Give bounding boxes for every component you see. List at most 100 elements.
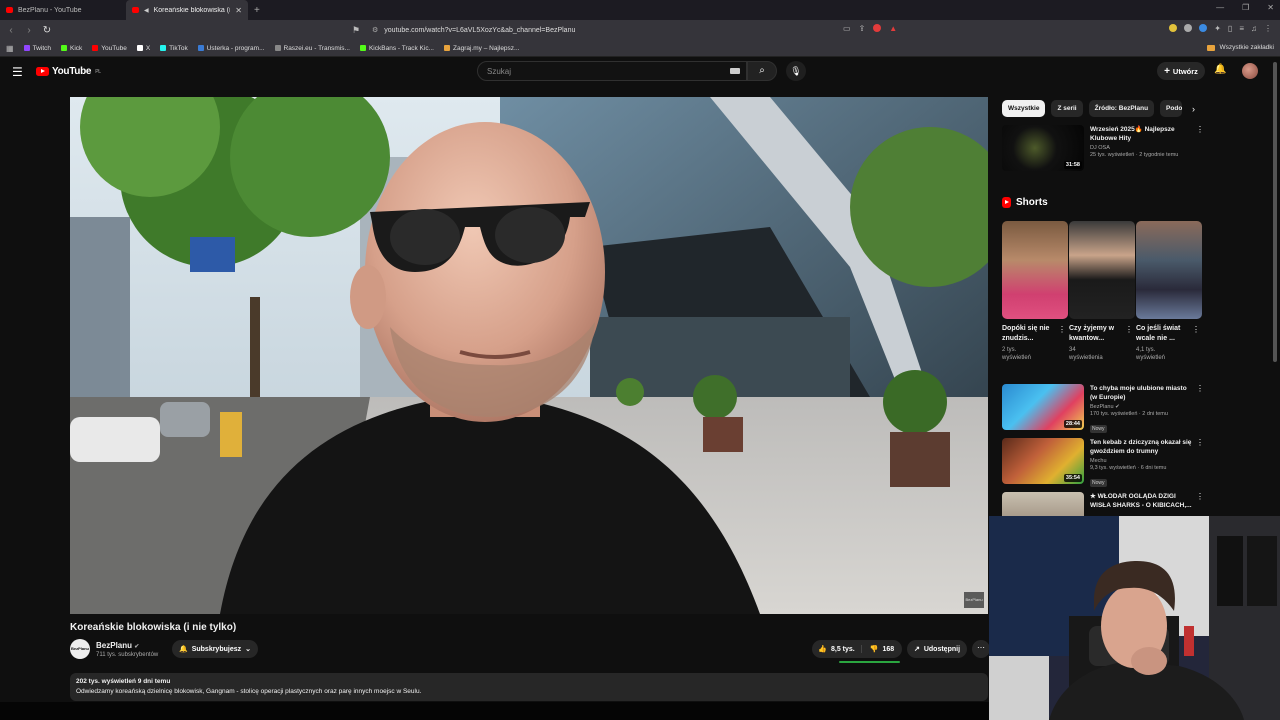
channel-name[interactable]: Mechu [1090,458,1194,464]
more-icon[interactable]: ⋮ [1125,325,1133,334]
dislike-button[interactable]: 👎 168 [862,645,902,654]
forward-icon[interactable]: › [22,25,36,36]
more-icon[interactable]: ⋮ [1196,125,1204,171]
short-thumbnail[interactable] [1069,221,1135,319]
shield-icon[interactable] [873,24,882,32]
bookmark-kick[interactable]: Kick [60,45,82,52]
video-frame [70,97,988,614]
chevron-down-icon: ⌄ [245,646,251,653]
bookmark-youtube[interactable]: YouTube [92,45,127,52]
sidebar-toggle-icon[interactable]: ▯ [1228,24,1232,33]
video-thumbnail[interactable]: 28:44 [1002,384,1084,430]
address-bar[interactable]: ⚑ ⚙ youtube.com/watch?v=L6aVL5XozYc&ab_c… [352,22,912,38]
like-button[interactable]: 👍 8,5 tys. [812,645,862,653]
site-info-icon[interactable]: ⚙ [372,26,378,34]
short-item[interactable]: Co jeśli świat wcale nie ... 4,1 tys. wy… [1136,221,1202,362]
minimize-icon[interactable]: — [1216,3,1224,12]
video-thumbnail[interactable]: 31:58 [1002,125,1084,171]
extension-icon[interactable] [1199,24,1208,32]
apps-grid-icon[interactable]: ▦ [6,44,14,53]
video-title[interactable]: ★ WŁODAR OGLĄDA DZIGI WISŁA SHARKS - O K… [1090,492,1194,510]
all-bookmarks[interactable]: Wszystkie zakładki [1207,44,1274,51]
share-button[interactable]: ↗ Udostępnij [907,640,967,658]
new-tab-button[interactable]: + [254,5,260,16]
channel-avatar[interactable]: BezPlanu [70,639,90,659]
short-title[interactable]: Co jeśli świat wcale nie ... [1136,324,1188,344]
bookmark-icon[interactable]: ⚑ [352,25,362,36]
bell-icon: 🔔 [178,646,188,653]
back-icon[interactable]: ‹ [4,25,18,36]
hamburger-menu-icon[interactable]: ☰ [12,65,23,79]
bookmark-raszei[interactable]: Raszei.eu - Transmis... [274,45,350,52]
subscribe-button[interactable]: 🔔 Subskrybujesz ⌄ [172,640,258,658]
cast-icon[interactable]: ▭ [843,24,851,33]
search-button[interactable]: ⌕ [747,61,777,81]
video-player[interactable]: BezPlanu [70,97,988,614]
short-title[interactable]: Czy żyjemy w kwantow... [1069,324,1121,344]
chip-series[interactable]: Z serii [1051,100,1083,117]
extension-icon[interactable] [1169,24,1178,32]
more-icon[interactable]: ⋮ [1196,384,1204,435]
views-meta: 202 tys. wyświetleń 9 dni temu [76,678,171,685]
chip-all[interactable]: Wszystkie [1002,100,1046,117]
more-actions-button[interactable]: ⋯ [972,640,990,658]
search-icon: ⌕ [759,65,765,76]
webcam-overlay [989,516,1280,720]
video-title: Koreańskie blokowiska (i nie tylko) [70,622,237,633]
close-tab-icon[interactable]: ✕ [235,6,242,15]
recommended-video[interactable]: 35:54 Ten kebab z dziczyzną okazał się g… [1002,438,1204,489]
more-icon[interactable]: ⋮ [1264,24,1272,33]
browser-tab-1[interactable]: BezPlanu - YouTube [0,0,122,20]
music-icon[interactable]: ♫ [1251,24,1257,33]
restore-icon[interactable]: ❐ [1242,3,1249,12]
short-item[interactable]: Dopóki się nie znudzis... 2 tys. wyświet… [1002,221,1068,362]
browser-tab-2[interactable]: ◀ Koreańskie blokowiska (i nie t ✕ [126,0,248,20]
channel-name[interactable]: DJ OSA [1090,145,1194,151]
channel-watermark[interactable]: BezPlanu [964,592,984,608]
create-button[interactable]: + Utwórz [1157,62,1205,80]
close-window-icon[interactable]: ✕ [1267,3,1274,12]
description-box[interactable]: 202 tys. wyświetleń 9 dni temu Odwiedzam… [70,673,988,701]
video-thumbnail[interactable]: 35:54 [1002,438,1084,484]
bookmark-twitch[interactable]: Twitch [23,45,51,52]
short-thumbnail[interactable] [1002,221,1068,319]
reload-icon[interactable]: ↻ [40,25,54,36]
more-icon[interactable]: ⋮ [1196,438,1204,489]
video-title[interactable]: To chyba moje ulubione miasto (w Europie… [1090,384,1194,402]
speaker-icon[interactable]: ◀ [144,7,149,14]
chevron-right-icon[interactable]: › [1192,104,1195,114]
share-icon[interactable]: ⇪ [859,24,866,33]
user-avatar[interactable] [1242,63,1258,79]
short-title[interactable]: Dopóki się nie znudzis... [1002,324,1054,344]
channel-name[interactable]: BezPlanu ✔ [1090,404,1194,410]
bookmark-x[interactable]: X [136,45,150,52]
url-text[interactable]: youtube.com/watch?v=L6aVL5XozYc&ab_chann… [384,27,575,34]
bookmark-zagraj[interactable]: Zagraj.my – Najlepsz... [444,45,519,52]
search-input[interactable]: Szukaj [477,61,747,81]
alert-icon[interactable]: ▲ [889,24,897,33]
short-item[interactable]: Czy żyjemy w kwantow... 34 wyświetlenia … [1069,221,1135,362]
notifications-bell-icon[interactable]: 🔔 [1214,64,1226,75]
channel-name[interactable]: BezPlanu ✔ [96,641,139,650]
video-title[interactable]: Wrzesień 2025🔥 Najlepsze Klubowe Hity [1090,125,1194,143]
extension-icons: ✦ ▯ ≡ ♫ ⋮ [1169,24,1272,33]
duration-badge: 31:58 [1063,161,1082,169]
chip-related[interactable]: Podo [1160,100,1183,117]
page-scrollbar[interactable] [1273,62,1277,362]
bookmark-kickbans[interactable]: KickBans - Track Kic... [359,45,434,52]
short-thumbnail[interactable] [1136,221,1202,319]
more-icon[interactable]: ⋮ [1192,325,1200,334]
bookmark-usterka[interactable]: Usterka - program... [197,45,265,52]
recommended-video[interactable]: 31:58 Wrzesień 2025🔥 Najlepsze Klubowe H… [1002,125,1204,171]
puzzle-icon[interactable]: ✦ [1214,24,1221,33]
extension-icon[interactable] [1184,24,1193,32]
more-icon[interactable]: ⋮ [1058,325,1066,334]
bookmark-tiktok[interactable]: TikTok [160,45,188,52]
recommended-video[interactable]: 28:44 To chyba moje ulubione miasto (w E… [1002,384,1204,435]
youtube-logo[interactable]: YouTube PL [36,66,101,77]
menu-icon[interactable]: ≡ [1239,24,1244,33]
video-title[interactable]: Ten kebab z dziczyzną okazał się gwoździ… [1090,438,1194,456]
keyboard-icon[interactable] [730,68,740,74]
chip-source[interactable]: Źródło: BezPlanu [1088,100,1155,117]
voice-search-button[interactable]: 🎙 [786,61,806,81]
